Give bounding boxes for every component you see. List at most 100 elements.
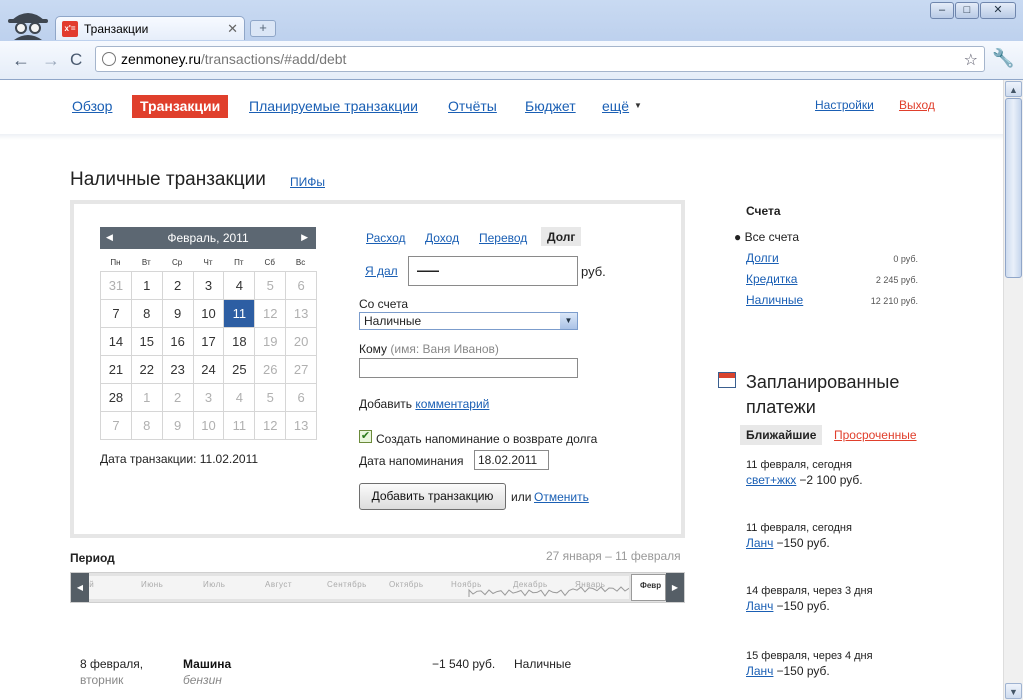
scroll-thumb[interactable] bbox=[1005, 98, 1022, 278]
type-tab-expense[interactable]: Расход bbox=[366, 231, 406, 245]
nav-more[interactable]: ещё bbox=[602, 98, 629, 114]
reminder-checkbox[interactable]: ✔ bbox=[359, 430, 372, 443]
period-timeline[interactable]: ◀ МайИюньИюльАвгустСентябрьОктябрьНоябрь… bbox=[70, 572, 685, 603]
nav-budget[interactable]: Бюджет bbox=[525, 98, 576, 114]
calendar-day[interactable]: 5 bbox=[255, 272, 287, 300]
timeline-right-icon[interactable]: ▶ bbox=[666, 573, 684, 602]
logout-link[interactable]: Выход bbox=[899, 98, 935, 112]
add-transaction-button[interactable]: Добавить транзакцию bbox=[359, 483, 506, 510]
list-item[interactable]: Кредитка 2 245 руб. bbox=[746, 272, 918, 286]
amount-input[interactable]: — bbox=[408, 256, 578, 286]
nav-reports[interactable]: Отчёты bbox=[448, 98, 497, 114]
calendar-day[interactable]: 8 bbox=[131, 412, 163, 440]
reload-icon[interactable]: C bbox=[70, 50, 82, 70]
calendar-day[interactable]: 13 bbox=[286, 300, 318, 328]
calendar-day[interactable]: 7 bbox=[101, 300, 132, 328]
address-bar[interactable]: zenmoney.ru/transactions/#add/debt ☆ bbox=[95, 46, 985, 72]
chevron-down-icon[interactable]: ▼ bbox=[560, 313, 577, 329]
calendar-day[interactable]: 11 bbox=[224, 300, 256, 328]
calendar-day[interactable]: 3 bbox=[193, 272, 225, 300]
calendar-day[interactable]: 20 bbox=[286, 328, 318, 356]
calendar-day[interactable]: 6 bbox=[286, 384, 318, 412]
calendar-day[interactable]: 27 bbox=[286, 356, 318, 384]
list-item[interactable]: Долги 0 руб. bbox=[746, 251, 918, 265]
scroll-down-icon[interactable]: ▼ bbox=[1005, 683, 1022, 699]
calendar-day[interactable]: 26 bbox=[255, 356, 287, 384]
list-item[interactable]: Наличные 12 210 руб. bbox=[746, 293, 918, 307]
calendar-day[interactable]: 1 bbox=[131, 384, 163, 412]
calendar-day[interactable]: 9 bbox=[162, 412, 194, 440]
calendar-day[interactable]: 14 bbox=[101, 328, 132, 356]
cancel-link[interactable]: Отменить bbox=[534, 490, 589, 504]
page-info-icon[interactable] bbox=[102, 52, 116, 66]
add-comment-link[interactable]: комментарий bbox=[415, 397, 489, 411]
calendar-day[interactable]: 25 bbox=[224, 356, 256, 384]
timeline-strip[interactable]: МайИюньИюльАвгустСентябрьОктябрьНоябрьДе… bbox=[89, 576, 629, 599]
type-tab-transfer[interactable]: Перевод bbox=[479, 231, 527, 245]
accounts-all-item[interactable]: ● Все счета bbox=[734, 230, 799, 244]
timeline-window[interactable]: Февр bbox=[631, 574, 666, 601]
calendar-day[interactable]: 2 bbox=[162, 272, 194, 300]
calendar-day[interactable]: 19 bbox=[255, 328, 287, 356]
nav-transactions[interactable]: Транзакции bbox=[132, 95, 229, 118]
timeline-left-icon[interactable]: ◀ bbox=[71, 573, 89, 602]
calendar-day[interactable]: 10 bbox=[193, 412, 225, 440]
tab-nearest[interactable]: Ближайшие bbox=[740, 425, 823, 445]
new-tab-button[interactable]: + bbox=[250, 20, 276, 37]
pif-link[interactable]: ПИФы bbox=[290, 175, 325, 189]
browser-tab[interactable]: х'= Транзакции ✕ bbox=[55, 16, 245, 40]
type-tab-debt[interactable]: Долг bbox=[541, 227, 582, 246]
forward-icon[interactable]: → bbox=[42, 50, 60, 71]
calendar-day[interactable]: 1 bbox=[131, 272, 163, 300]
calendar-day[interactable]: 4 bbox=[224, 272, 256, 300]
close-window-button[interactable]: ✕ bbox=[980, 2, 1016, 19]
caret-down-icon[interactable]: ▼ bbox=[634, 101, 642, 110]
calendar-day[interactable]: 12 bbox=[255, 300, 287, 328]
tab-overdue[interactable]: Просроченные bbox=[834, 428, 917, 442]
page-scrollbar[interactable]: ▲ ▼ bbox=[1003, 80, 1023, 700]
calendar-day[interactable]: 12 bbox=[255, 412, 287, 440]
bookmark-star-icon[interactable]: ☆ bbox=[964, 50, 978, 70]
list-item: 15 февраля, через 4 дня Ланч −150 руб. bbox=[746, 650, 873, 678]
close-tab-icon[interactable]: ✕ bbox=[227, 21, 238, 37]
account-select[interactable]: Наличные ▼ bbox=[359, 312, 578, 330]
to-hint: (имя: Ваня Иванов) bbox=[390, 342, 499, 356]
calendar-day[interactable]: 24 bbox=[193, 356, 225, 384]
calendar-day[interactable]: 5 bbox=[255, 384, 287, 412]
calendar-day[interactable]: 16 bbox=[162, 328, 194, 356]
calendar-day[interactable]: 22 bbox=[131, 356, 163, 384]
calendar-day[interactable]: 8 bbox=[131, 300, 163, 328]
calendar-day[interactable]: 3 bbox=[193, 384, 225, 412]
back-icon[interactable]: ← bbox=[12, 50, 30, 71]
nav-overview[interactable]: Обзор bbox=[72, 98, 112, 114]
calendar-week: 14 15 16 17 18 19 20 bbox=[101, 328, 318, 356]
calendar-day[interactable]: 7 bbox=[101, 412, 132, 440]
calendar-day[interactable]: 6 bbox=[286, 272, 318, 300]
calendar-day[interactable]: 13 bbox=[286, 412, 318, 440]
maximize-window-button[interactable]: □ bbox=[955, 2, 979, 19]
to-input[interactable] bbox=[359, 358, 578, 378]
calendar-day[interactable]: 17 bbox=[193, 328, 225, 356]
calendar-day[interactable]: 10 bbox=[193, 300, 225, 328]
calendar-day[interactable]: 4 bbox=[224, 384, 256, 412]
calendar-week: 31 1 2 3 4 5 6 bbox=[101, 272, 318, 300]
settings-link[interactable]: Настройки bbox=[815, 98, 874, 112]
calendar-day[interactable]: 23 bbox=[162, 356, 194, 384]
calendar-day[interactable]: 18 bbox=[224, 328, 256, 356]
calendar-day[interactable]: 31 bbox=[101, 272, 132, 300]
type-tab-income[interactable]: Доход bbox=[425, 231, 459, 245]
wrench-menu-icon[interactable]: 🔧 bbox=[992, 48, 1014, 69]
calendar-day[interactable]: 2 bbox=[162, 384, 194, 412]
calendar-day[interactable]: 9 bbox=[162, 300, 194, 328]
next-month-icon[interactable]: ▶ bbox=[301, 232, 308, 243]
reminder-label[interactable]: Создать напоминание о возврате долга bbox=[376, 432, 597, 446]
calendar-day[interactable]: 15 bbox=[131, 328, 163, 356]
calendar-day[interactable]: 28 bbox=[101, 384, 132, 412]
calendar-day[interactable]: 11 bbox=[224, 412, 256, 440]
lent-toggle-link[interactable]: Я дал bbox=[365, 264, 398, 278]
calendar-day[interactable]: 21 bbox=[101, 356, 132, 384]
reminder-date-input[interactable]: 18.02.2011 bbox=[474, 450, 549, 470]
minimize-window-button[interactable]: ‒ bbox=[930, 2, 954, 19]
scroll-up-icon[interactable]: ▲ bbox=[1005, 81, 1022, 97]
nav-planned[interactable]: Планируемые транзакции bbox=[249, 98, 418, 114]
